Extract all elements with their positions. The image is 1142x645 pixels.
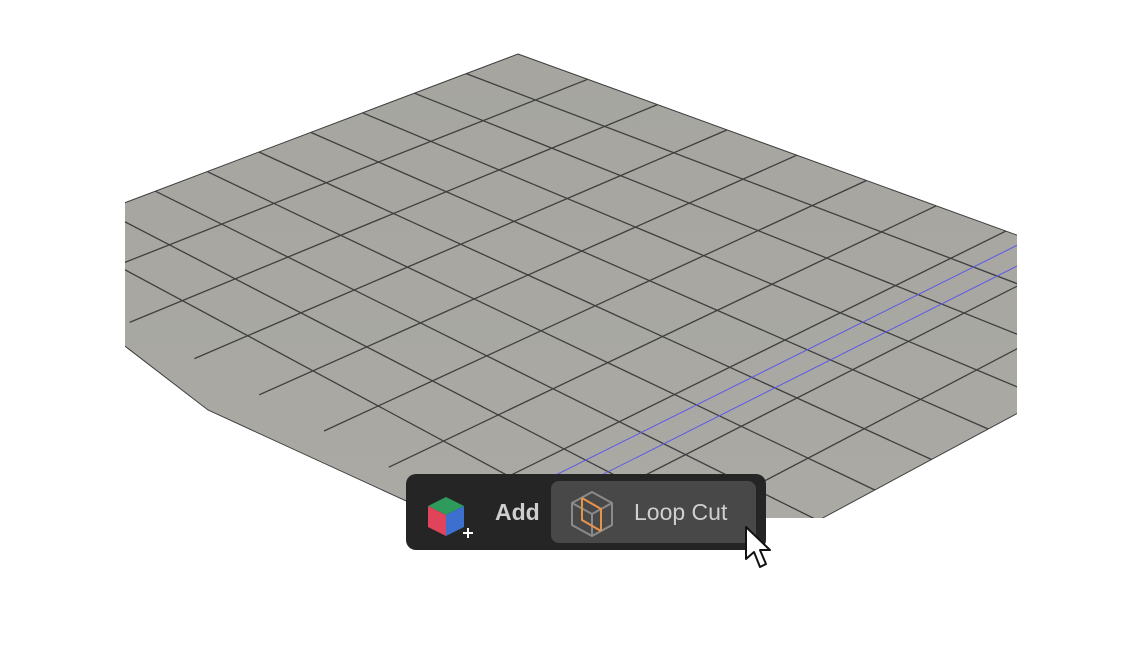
tool-palette: Add Loop Cut (406, 474, 766, 550)
arrow-cursor-icon (745, 526, 771, 568)
loop-cut-tool-button[interactable]: Loop Cut (551, 481, 756, 543)
loop-cut-icon (571, 490, 613, 538)
add-tool-label: Add (495, 499, 540, 525)
loop-cut-tool-label: Loop Cut (634, 499, 728, 525)
add-tool-button[interactable]: Add (416, 484, 552, 540)
add-cube-icon (428, 497, 473, 538)
